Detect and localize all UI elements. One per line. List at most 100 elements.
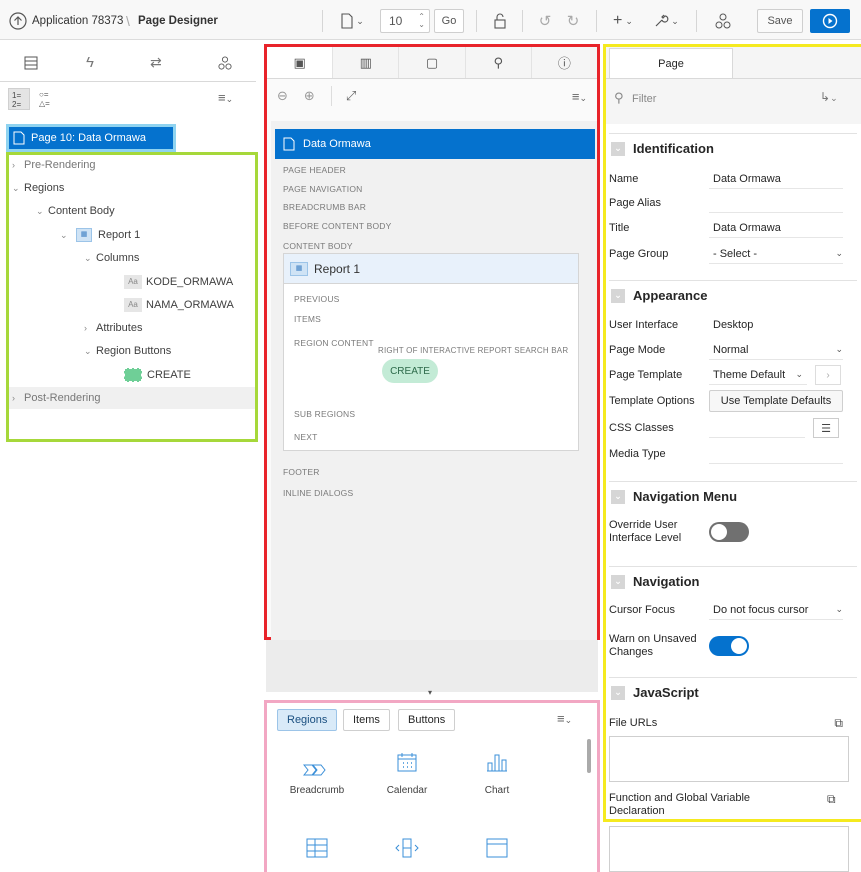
gallery-item-breadcrumb[interactable]: Breadcrumb bbox=[277, 755, 357, 796]
tree-column-nama[interactable]: Aa NAMA_ORMAWA bbox=[124, 294, 234, 316]
group-select[interactable]: - Select - ⌄ bbox=[709, 244, 843, 264]
processing-tab-icon[interactable]: ⇄ bbox=[150, 54, 162, 71]
page-menu-icon[interactable]: ⌄ bbox=[336, 9, 368, 33]
go-button[interactable]: Go bbox=[434, 9, 464, 33]
expand-editor-icon[interactable]: ⧉ bbox=[827, 792, 836, 807]
component-view-tab-icon[interactable]: ▥ bbox=[333, 47, 400, 78]
next-slot[interactable]: NEXT bbox=[294, 432, 317, 442]
zoom-in-icon[interactable]: ⊕ bbox=[304, 88, 315, 104]
region-content-slot[interactable]: REGION CONTENT bbox=[294, 338, 374, 348]
carousel-icon[interactable] bbox=[395, 837, 419, 862]
section-navigation-menu[interactable]: ⌄ Navigation Menu bbox=[609, 481, 857, 511]
gallery-tab-regions[interactable]: Regions bbox=[277, 709, 338, 731]
prop-template-options[interactable]: Template Options Use Template Defaults bbox=[605, 388, 843, 414]
sort-alpha-icon[interactable]: ○= △= bbox=[36, 88, 58, 110]
messages-tab-icon[interactable]: ▢ bbox=[399, 47, 466, 78]
prop-warn-unsaved[interactable]: Warn on Unsaved Changes bbox=[605, 628, 843, 664]
tree-column-kode[interactable]: Aa KODE_ORMAWA bbox=[124, 271, 233, 293]
override-ui-toggle[interactable] bbox=[709, 522, 749, 542]
use-template-defaults-button[interactable]: Use Template Defaults bbox=[709, 390, 843, 412]
gallery-menu-icon[interactable]: ≡⌄ bbox=[557, 711, 572, 726]
previous-slot[interactable]: PREVIOUS bbox=[294, 294, 340, 304]
page-navigation-slot[interactable]: PAGE NAVIGATION bbox=[283, 184, 363, 194]
gallery-tab-items[interactable]: Items bbox=[343, 709, 390, 731]
prop-media-type[interactable]: Media Type bbox=[605, 441, 843, 467]
lock-icon[interactable] bbox=[488, 9, 512, 33]
create-menu-icon[interactable]: + ⌄ bbox=[608, 9, 638, 33]
gallery-item-calendar[interactable]: Calendar bbox=[367, 747, 447, 796]
alias-field[interactable] bbox=[709, 193, 843, 213]
prop-name[interactable]: Name Data Ormawa bbox=[605, 166, 843, 192]
prop-page-mode[interactable]: Page Mode Normal ⌄ bbox=[605, 337, 843, 363]
left-panel-menu-icon[interactable]: ≡⌄ bbox=[218, 90, 233, 105]
gallery-tab-buttons[interactable]: Buttons bbox=[398, 709, 456, 731]
page-template-select[interactable]: Theme Default ⌄ bbox=[709, 365, 807, 385]
expand-editor-icon[interactable]: ⧉ bbox=[834, 716, 843, 731]
page-number-input[interactable]: 10 ⌃ ⌄ bbox=[380, 9, 430, 33]
application-link[interactable]: Application 78373 bbox=[32, 9, 123, 33]
rendering-tab-icon[interactable] bbox=[24, 56, 40, 72]
prop-group[interactable]: Page Group - Select - ⌄ bbox=[605, 241, 843, 267]
tree-page-node[interactable]: Page 10: Data Ormawa bbox=[6, 124, 176, 152]
sub-regions-slot[interactable]: SUB REGIONS bbox=[294, 409, 355, 419]
save-button[interactable]: Save bbox=[757, 9, 803, 33]
footer-slot[interactable]: FOOTER bbox=[283, 467, 320, 477]
help-tab-icon[interactable]: ⓘ bbox=[532, 47, 597, 78]
section-javascript[interactable]: ⌄ JavaScript bbox=[609, 677, 857, 707]
prop-css-classes[interactable]: CSS Classes ☰ bbox=[605, 415, 843, 441]
search-tab-icon[interactable]: ⚲ bbox=[466, 47, 532, 78]
tree-attributes[interactable]: › Attributes bbox=[84, 317, 142, 339]
undo-icon[interactable]: ↺ bbox=[534, 9, 556, 33]
zoom-out-icon[interactable]: ⊖ bbox=[277, 88, 288, 104]
name-field[interactable]: Data Ormawa bbox=[709, 169, 843, 189]
cursor-focus-select[interactable]: Do not focus cursor ⌄ bbox=[709, 600, 843, 620]
tree-columns[interactable]: ⌄ Columns bbox=[84, 247, 139, 269]
tree-regions[interactable]: ⌄ Regions bbox=[12, 177, 64, 199]
section-appearance[interactable]: ⌄ Appearance bbox=[609, 280, 857, 310]
tree-post-rendering[interactable]: › Post-Rendering bbox=[9, 387, 255, 409]
file-urls-textarea[interactable] bbox=[609, 736, 849, 782]
section-identification[interactable]: ⌄ Identification bbox=[609, 133, 857, 163]
tree-report[interactable]: ⌄ ▦ Report 1 bbox=[60, 224, 140, 246]
tree-pre-rendering[interactable]: › Pre-Rendering bbox=[12, 154, 96, 176]
warn-unsaved-toggle[interactable] bbox=[709, 636, 749, 656]
classic-report-icon[interactable] bbox=[305, 837, 329, 862]
prop-override-ui[interactable]: Override User Interface Level bbox=[605, 516, 843, 548]
breadcrumb-bar-slot[interactable]: BREADCRUMB BAR bbox=[283, 202, 366, 212]
run-page-button[interactable] bbox=[810, 9, 850, 33]
redo-icon[interactable]: ↻ bbox=[562, 9, 584, 33]
layout-menu-icon[interactable]: ≡⌄ bbox=[572, 89, 587, 104]
function-declaration-textarea[interactable] bbox=[609, 826, 849, 872]
shared-components-icon[interactable] bbox=[708, 9, 738, 33]
report-region-header[interactable]: ▦ Report 1 bbox=[284, 254, 578, 284]
list-picker-icon[interactable]: ☰ bbox=[813, 418, 839, 438]
splitter-handle-icon[interactable]: ▾ bbox=[428, 688, 432, 697]
tree-region-buttons[interactable]: ⌄ Region Buttons bbox=[84, 340, 171, 362]
gallery-item-chart[interactable]: Chart bbox=[457, 747, 537, 796]
static-content-icon[interactable] bbox=[485, 837, 509, 862]
page-mode-select[interactable]: Normal ⌄ bbox=[709, 340, 843, 360]
report-region[interactable]: ▦ Report 1 PREVIOUS ITEMS REGION CONTENT… bbox=[283, 253, 579, 451]
layout-tab-icon[interactable]: ▣ bbox=[267, 47, 334, 78]
tree-create-button[interactable]: CREATE bbox=[124, 364, 191, 386]
page-stepper-icon[interactable]: ⌃ ⌄ bbox=[418, 13, 425, 29]
go-to-template-icon[interactable]: › bbox=[815, 365, 841, 385]
prop-alias[interactable]: Page Alias bbox=[605, 190, 843, 216]
content-body-slot[interactable]: CONTENT BODY bbox=[283, 241, 353, 251]
create-button-preview[interactable]: CREATE bbox=[382, 359, 438, 383]
media-type-field[interactable] bbox=[709, 444, 843, 464]
inline-dialogs-slot[interactable]: INLINE DIALOGS bbox=[283, 488, 353, 498]
app-up-icon[interactable] bbox=[8, 9, 28, 33]
before-content-body-slot[interactable]: BEFORE CONTENT BODY bbox=[283, 221, 392, 231]
title-field[interactable]: Data Ormawa bbox=[709, 218, 843, 238]
sort-numeric-icon[interactable]: 1= 2= bbox=[8, 88, 30, 110]
dynamic-actions-tab-icon[interactable]: ϟ bbox=[86, 54, 94, 71]
prop-cursor-focus[interactable]: Cursor Focus Do not focus cursor ⌄ bbox=[605, 597, 843, 623]
page-header-slot[interactable]: PAGE HEADER bbox=[283, 165, 346, 175]
layout-page-header[interactable]: Data Ormawa bbox=[275, 129, 595, 159]
utilities-wrench-icon[interactable]: ⌄ bbox=[648, 9, 684, 33]
css-classes-field[interactable] bbox=[709, 418, 805, 438]
expand-icon[interactable]: ⤢ bbox=[346, 88, 356, 104]
prop-page-template[interactable]: Page Template Theme Default ⌄ › bbox=[605, 362, 843, 388]
gallery-scrollbar[interactable] bbox=[587, 739, 591, 773]
